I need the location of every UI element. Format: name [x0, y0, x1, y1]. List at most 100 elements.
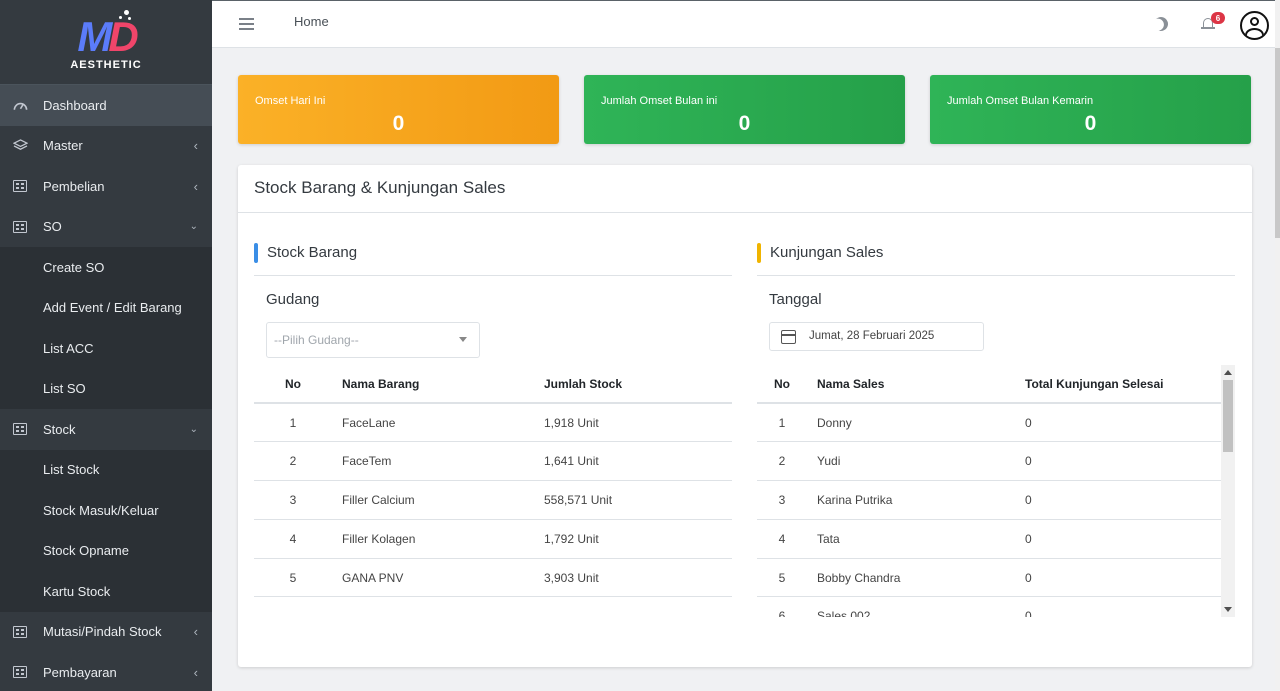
sidebar: MD AESTHETIC Dashboard Master ‹ Pembelian ‹ S…	[0, 0, 212, 691]
date-value: Jumat, 28 Februari 2025	[809, 330, 935, 342]
sidebar-subitem-stock-masuk-keluar[interactable]: Stock Masuk/Keluar	[0, 490, 212, 531]
dark-mode-moon-icon[interactable]	[1151, 14, 1170, 33]
scroll-down-arrow-icon[interactable]	[1224, 607, 1232, 612]
sidebar-nav: Dashboard Master ‹ Pembelian ‹ SO ⌄ Create SO Ad…	[0, 85, 212, 691]
sidebar-item-mutasi-pindah-stock[interactable]: Mutasi/Pindah Stock ‹	[0, 612, 212, 653]
table-row: 5 GANA PNV 3,903 Unit	[254, 558, 732, 598]
scrollbar-thumb[interactable]	[1223, 380, 1233, 452]
table-row: 2 FaceTem 1,641 Unit	[254, 441, 732, 482]
logo-mark: MD	[77, 13, 138, 60]
notification-badge: 6	[1211, 12, 1225, 24]
cell-jumlah-stock: 1,641 Unit	[534, 441, 732, 482]
sidebar-item-label: Pembelian	[43, 178, 105, 194]
sidebar-item-pembelian[interactable]: Pembelian ‹	[0, 166, 212, 207]
col-header-nama-sales[interactable]: Nama Sales	[807, 365, 1015, 404]
table-row: 4 Tata 0	[757, 519, 1222, 559]
table-icon	[12, 422, 28, 436]
cell-jumlah-stock: 1,918 Unit	[534, 403, 732, 443]
cell-no: 5	[757, 558, 807, 598]
sidebar-item-label: Stock Opname	[43, 543, 129, 559]
sidebar-subitem-list-stock[interactable]: List Stock	[0, 449, 212, 490]
sidebar-subitem-stock-opname[interactable]: Stock Opname	[0, 530, 212, 571]
cell-nama-barang: Filler Calcium	[332, 480, 534, 520]
cell-nama-sales: Karina Putrika	[807, 480, 1015, 520]
sales-table-scrollbar[interactable]	[1221, 365, 1235, 617]
cell-total-kunjungan: 0	[1015, 441, 1222, 482]
sales-table: No Nama Sales Total Kunjungan Selesai 1D…	[757, 365, 1222, 617]
sidebar-item-label: Master	[43, 138, 83, 154]
sidebar-item-pembayaran[interactable]: Pembayaran ‹	[0, 652, 212, 691]
sidebar-subitem-create-so[interactable]: Create SO	[0, 247, 212, 288]
chevron-left-icon: ‹	[193, 178, 198, 194]
cell-no: 2	[254, 441, 332, 482]
sidebar-item-label: Add Event / Edit Barang	[43, 300, 182, 316]
sidebar-subitem-kartu-stock[interactable]: Kartu Stock	[0, 571, 212, 612]
chevron-down-icon: ⌄	[189, 221, 198, 233]
chevron-left-icon: ‹	[193, 664, 198, 680]
sidebar-item-stock[interactable]: Stock ⌄	[0, 409, 212, 450]
date-picker-input[interactable]: Jumat, 28 Februari 2025	[769, 322, 984, 351]
sidebar-item-label: Stock Masuk/Keluar	[43, 502, 159, 518]
sidebar-item-so[interactable]: SO ⌄	[0, 207, 212, 248]
cell-jumlah-stock: 1,792 Unit	[534, 519, 732, 559]
cell-nama-barang: GANA PNV	[332, 558, 534, 598]
sales-table-scroll[interactable]: No Nama Sales Total Kunjungan Selesai 1D…	[757, 365, 1235, 617]
sidebar-item-label: Kartu Stock	[43, 583, 111, 599]
sales-section-title: Kunjungan Sales	[757, 243, 883, 263]
table-icon	[12, 665, 28, 679]
cell-nama-sales: Tata	[807, 519, 1015, 559]
chevron-down-icon	[459, 337, 467, 342]
stock-sales-card: Stock Barang & Kunjungan Sales Stock Bar…	[238, 165, 1252, 667]
sidebar-item-master[interactable]: Master ‹	[0, 126, 212, 167]
user-avatar-icon[interactable]	[1240, 11, 1269, 40]
sidebar-item-dashboard[interactable]: Dashboard	[0, 85, 212, 126]
page-scrollbar[interactable]	[1275, 0, 1280, 691]
top-navbar: Home 6	[212, 0, 1280, 48]
gudang-label: Gudang	[266, 291, 320, 308]
logo-text: AESTHETIC	[70, 59, 142, 71]
sidebar-subitem-list-acc[interactable]: List ACC	[0, 328, 212, 369]
cell-no: 5	[254, 558, 332, 598]
tanggal-label: Tanggal	[769, 291, 822, 308]
sales-table-body: 1 Donny 0 2 Yudi 0 3 Karina Putrika 0 4 Tata 0 5 Bobb…	[757, 403, 1222, 617]
sidebar-item-label: List SO	[43, 381, 86, 397]
info-box-value: 0	[392, 112, 405, 135]
cell-nama-sales: Yudi	[807, 441, 1015, 482]
page-scrollbar-thumb[interactable]	[1275, 48, 1280, 238]
sidebar-item-label: Mutasi/Pindah Stock	[43, 624, 162, 640]
sidebar-subitem-add-event-edit-barang[interactable]: Add Event / Edit Barang	[0, 287, 212, 328]
chevron-down-icon: ⌄	[189, 423, 198, 435]
col-header-total-kunjungan[interactable]: Total Kunjungan Selesai	[1015, 365, 1222, 404]
dashboard-gauge-icon	[12, 98, 28, 112]
cell-no: 6	[757, 596, 807, 617]
brand-logo[interactable]: MD AESTHETIC	[0, 0, 212, 85]
cell-no: 3	[757, 480, 807, 520]
table-icon	[12, 625, 28, 639]
table-row: 1 Donny 0	[757, 403, 1222, 443]
sidebar-item-label: List ACC	[43, 340, 94, 356]
col-header-jumlah-stock[interactable]: Jumlah Stock	[534, 365, 732, 404]
info-box-omset-bulan-kemarin: Jumlah Omset Bulan Kemarin 0	[930, 75, 1251, 144]
sidebar-item-label: List Stock	[43, 462, 100, 478]
sidebar-item-label: Stock	[43, 421, 76, 437]
calendar-icon	[781, 330, 796, 344]
cell-nama-sales: Bobby Chandra	[807, 558, 1015, 598]
table-icon	[12, 179, 28, 193]
cell-nama-sales: Sales 002	[807, 596, 1015, 617]
layers-icon	[12, 139, 28, 153]
scroll-up-arrow-icon[interactable]	[1224, 370, 1232, 375]
col-header-no[interactable]: No	[254, 365, 332, 404]
sidebar-subitem-list-so[interactable]: List SO	[0, 368, 212, 409]
info-box-label: Jumlah Omset Bulan ini	[601, 95, 718, 107]
cell-nama-sales: Donny	[807, 403, 1015, 443]
sidebar-item-label: Pembayaran	[43, 664, 117, 680]
col-header-no[interactable]: No	[757, 365, 807, 404]
home-link[interactable]: Home	[294, 14, 329, 29]
gudang-select[interactable]: --Pilih Gudang--	[266, 322, 480, 358]
gudang-select-placeholder: --Pilih Gudang--	[274, 333, 359, 347]
info-box-label: Omset Hari Ini	[255, 95, 326, 107]
table-row: 5 Bobby Chandra 0	[757, 558, 1222, 598]
menu-toggle-icon[interactable]	[239, 18, 254, 30]
col-header-nama-barang[interactable]: Nama Barang	[332, 365, 534, 404]
chevron-left-icon: ‹	[193, 624, 198, 640]
